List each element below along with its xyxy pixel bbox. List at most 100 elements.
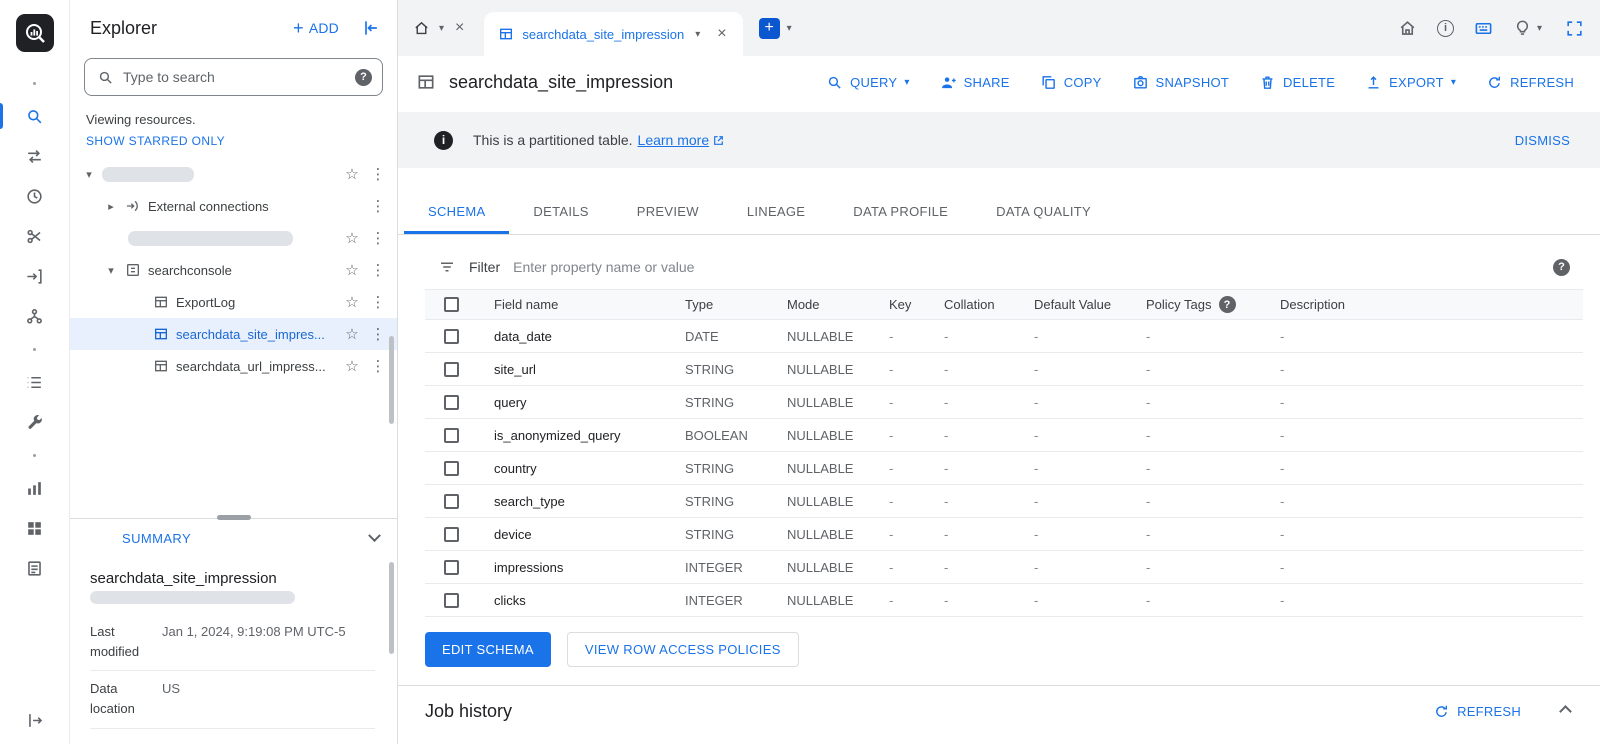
star-icon[interactable]: ☆ xyxy=(341,165,363,183)
star-icon[interactable]: ☆ xyxy=(341,293,363,311)
info-icon[interactable]: i xyxy=(1436,19,1454,37)
select-all-checkbox[interactable] xyxy=(444,297,459,312)
field-name: device xyxy=(494,526,532,542)
share-button[interactable]: SHARE xyxy=(940,74,1010,91)
more-actions-icon[interactable]: ⋮ xyxy=(369,325,387,343)
monitoring-icon[interactable] xyxy=(0,468,70,508)
caret-down-icon[interactable]: ▾ xyxy=(1534,23,1545,34)
star-icon[interactable]: ☆ xyxy=(341,261,363,279)
bigquery-logo[interactable] xyxy=(15,14,54,52)
bi-engine-icon[interactable] xyxy=(0,508,70,548)
row-checkbox[interactable] xyxy=(444,493,459,509)
row-checkbox[interactable] xyxy=(444,526,459,542)
row-checkbox[interactable] xyxy=(444,427,459,443)
home-tab-icon[interactable] xyxy=(408,15,434,41)
tree-scrollbar[interactable] xyxy=(389,336,394,424)
learn-more-link[interactable]: Learn more xyxy=(638,132,726,148)
field-default-value: - xyxy=(1034,394,1039,410)
field-key: - xyxy=(889,361,894,377)
view-row-access-policies-button[interactable]: VIEW ROW ACCESS POLICIES xyxy=(566,632,799,667)
expand-caret-icon[interactable]: ▸ xyxy=(104,200,118,213)
tab-data-profile[interactable]: DATA PROFILE xyxy=(829,188,972,234)
row-checkbox[interactable] xyxy=(444,361,459,377)
tree-item-dataset-redacted[interactable]: ☆ ⋮ xyxy=(70,222,397,254)
summary-header[interactable]: SUMMARY xyxy=(70,518,397,558)
job-history-refresh-button[interactable]: REFRESH xyxy=(1433,703,1521,720)
close-tab-icon[interactable]: × xyxy=(449,19,470,37)
search-input[interactable] xyxy=(123,69,346,85)
row-checkbox[interactable] xyxy=(444,328,459,344)
more-actions-icon[interactable]: ⋮ xyxy=(369,357,387,375)
new-tab-button[interactable]: + xyxy=(758,17,780,39)
tab-lineage[interactable]: LINEAGE xyxy=(723,188,829,234)
row-checkbox[interactable] xyxy=(444,559,459,575)
collapse-panel-icon[interactable] xyxy=(361,18,381,38)
tab-searchdata-site-impression[interactable]: searchdata_site_impression ▾ × xyxy=(484,12,743,56)
star-icon[interactable]: ☆ xyxy=(341,229,363,247)
tree-item-exportlog[interactable]: ExportLog ☆ ⋮ xyxy=(70,286,397,318)
sql-workspace-icon[interactable] xyxy=(0,96,70,136)
filter-input[interactable] xyxy=(513,259,1540,275)
snapshot-button[interactable]: SNAPSHOT xyxy=(1132,74,1230,91)
search-help-icon[interactable]: ? xyxy=(355,68,372,86)
scheduled-queries-icon[interactable] xyxy=(0,176,70,216)
star-icon[interactable]: ☆ xyxy=(341,357,363,375)
tab-schema[interactable]: SCHEMA xyxy=(404,188,509,234)
app-rail xyxy=(0,0,70,744)
row-checkbox[interactable] xyxy=(444,592,459,608)
external-link-icon xyxy=(714,135,724,145)
collapse-caret-icon[interactable]: ▾ xyxy=(104,264,118,277)
collapse-caret-icon[interactable]: ▾ xyxy=(82,168,96,181)
analytics-hub-icon[interactable] xyxy=(0,362,70,402)
home-tab-caret-icon[interactable]: ▾ xyxy=(436,23,447,34)
star-icon[interactable]: ☆ xyxy=(341,325,363,343)
summary-scrollbar[interactable] xyxy=(389,562,394,654)
new-tab-caret-icon[interactable]: ▾ xyxy=(784,23,795,34)
dataprep-icon[interactable] xyxy=(0,216,70,256)
chevron-down-icon[interactable] xyxy=(368,529,381,543)
governance-icon[interactable] xyxy=(0,296,70,336)
copy-button[interactable]: COPY xyxy=(1040,74,1102,91)
filter-help-icon[interactable]: ? xyxy=(1553,258,1570,276)
policy-tags-help-icon[interactable]: ? xyxy=(1218,296,1236,313)
reports-icon[interactable] xyxy=(0,548,70,588)
tree-item-searchdata-url-impression[interactable]: searchdata_url_impress... ☆ ⋮ xyxy=(70,350,397,382)
collapse-section-icon[interactable] xyxy=(1559,705,1572,718)
tree-item-external-connections[interactable]: ▸ External connections ⋮ xyxy=(70,190,397,222)
more-actions-icon[interactable]: ⋮ xyxy=(369,165,387,183)
query-button[interactable]: QUERY ▾ xyxy=(826,74,910,91)
summary-row: Data location US xyxy=(90,671,375,729)
keyboard-shortcuts-icon[interactable] xyxy=(1474,19,1493,38)
tab-details[interactable]: DETAILS xyxy=(509,188,612,234)
more-actions-icon[interactable]: ⋮ xyxy=(369,293,387,311)
add-data-button[interactable]: + ADD xyxy=(293,19,339,37)
export-button[interactable]: EXPORT ▾ xyxy=(1365,74,1456,91)
row-checkbox[interactable] xyxy=(444,394,459,410)
tab-caret-icon[interactable]: ▾ xyxy=(692,29,703,40)
field-mode: NULLABLE xyxy=(787,394,854,410)
assistant-lightbulb-icon[interactable]: ▾ xyxy=(1513,19,1545,38)
close-tab-icon[interactable]: × xyxy=(711,25,732,43)
tree-item-searchdata-site-impression[interactable]: searchdata_site_impres... ☆ ⋮ xyxy=(70,318,397,350)
welcome-home-icon[interactable] xyxy=(1398,19,1417,38)
more-actions-icon[interactable]: ⋮ xyxy=(369,197,387,215)
more-actions-icon[interactable]: ⋮ xyxy=(369,261,387,279)
fullscreen-icon[interactable] xyxy=(1565,19,1584,38)
tree-item-searchconsole[interactable]: ▾ searchconsole ☆ ⋮ xyxy=(70,254,397,286)
tab-preview[interactable]: PREVIEW xyxy=(613,188,723,234)
admin-icon[interactable] xyxy=(0,402,70,442)
delete-button[interactable]: DELETE xyxy=(1259,74,1335,91)
data-transfers-icon[interactable] xyxy=(0,136,70,176)
more-actions-icon[interactable]: ⋮ xyxy=(369,229,387,247)
tab-data-quality[interactable]: DATA QUALITY xyxy=(972,188,1115,234)
row-checkbox[interactable] xyxy=(444,460,459,476)
tree-item-project[interactable]: ▾ ☆ ⋮ xyxy=(70,158,397,190)
show-starred-only-link[interactable]: SHOW STARRED ONLY xyxy=(70,129,397,158)
refresh-button[interactable]: REFRESH xyxy=(1486,74,1574,91)
field-name: data_date xyxy=(494,328,552,344)
edit-schema-button[interactable]: EDIT SCHEMA xyxy=(425,632,551,667)
migration-icon[interactable] xyxy=(0,256,70,296)
expand-rail-icon[interactable] xyxy=(0,711,70,730)
explorer-search[interactable]: ? xyxy=(84,58,383,96)
dismiss-button[interactable]: DISMISS xyxy=(1515,133,1570,148)
